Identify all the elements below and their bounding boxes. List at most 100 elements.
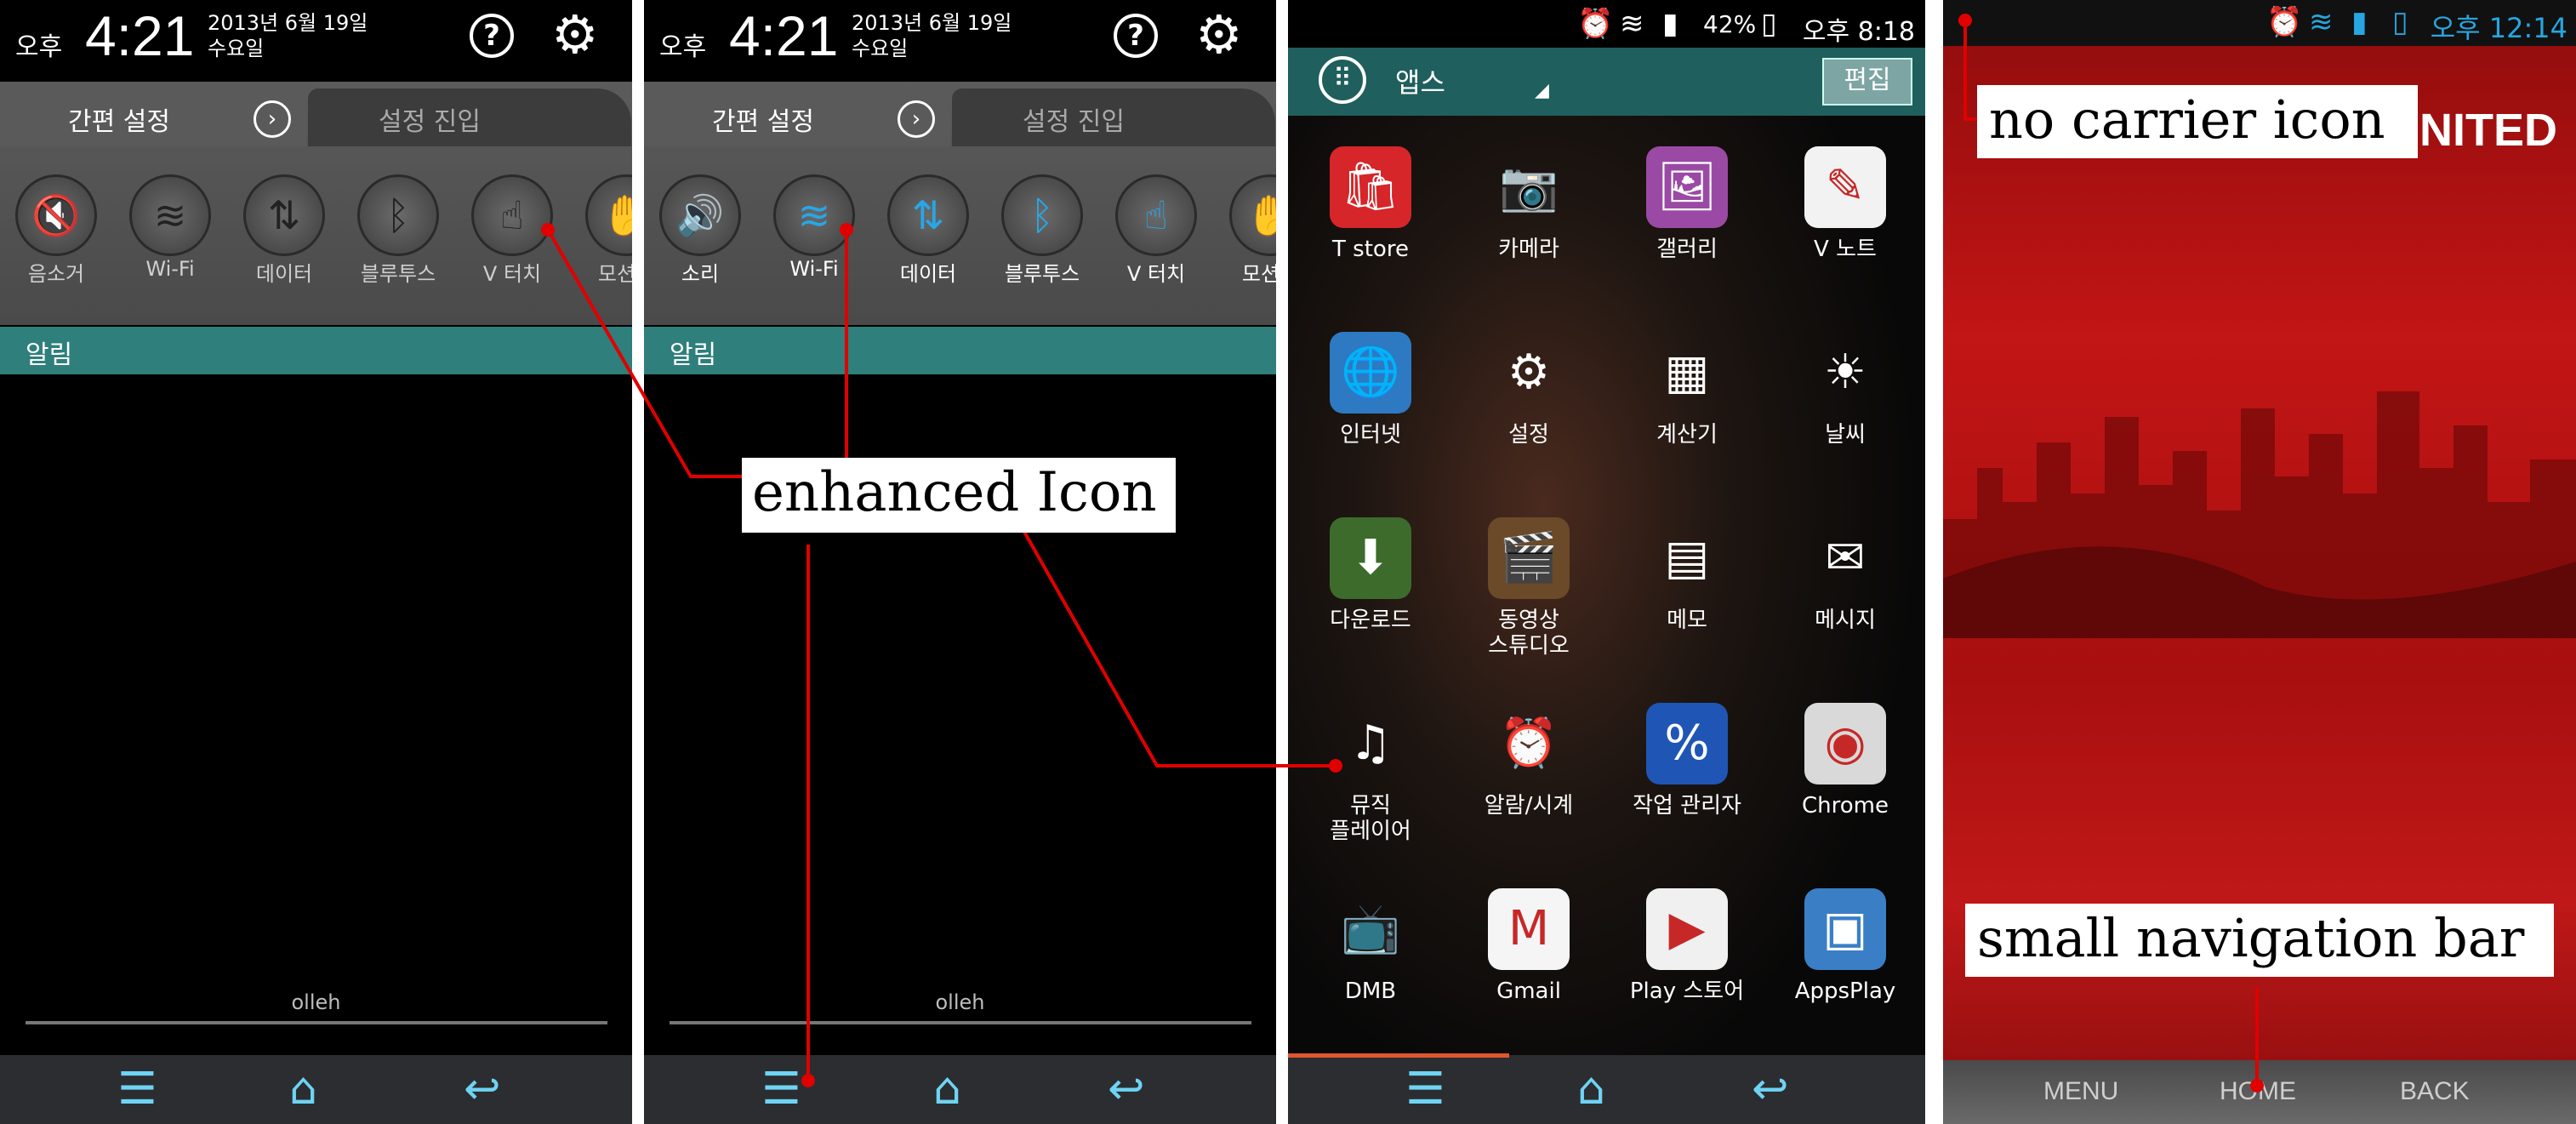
app-item[interactable]: ▦ 계산기 [1608, 332, 1766, 448]
app-item[interactable]: ✎ V 노트 [1766, 146, 1924, 262]
panel-header: 오후 4:21 2013년 6월 19일 수요일 ? ⚙ [0, 0, 632, 78]
home-icon[interactable]: ⌂ [933, 1064, 961, 1115]
apps-grid-icon[interactable]: ⠿ [1319, 56, 1366, 104]
vtouch-toggle-icon[interactable]: ☝ [471, 174, 553, 256]
notification-panel-before: 오후 4:21 2013년 6월 19일 수요일 ? ⚙ 간편 설정 설정 진입… [0, 0, 632, 1124]
app-label: Play 스토어 [1629, 979, 1745, 1004]
chevron-right-icon[interactable]: › [898, 100, 935, 138]
alarm-icon: ⏰ [1577, 7, 1614, 41]
app-label: 설정 [1508, 422, 1549, 448]
menu-icon[interactable]: ☰ [761, 1064, 801, 1115]
divider [26, 1021, 607, 1024]
app-item[interactable]: 🛍 T store [1291, 146, 1450, 262]
chevron-right-icon[interactable]: › [254, 100, 291, 138]
app-item[interactable]: ⬇ 다운로드 [1291, 517, 1450, 633]
app-item[interactable]: 🖼 갤러리 [1608, 146, 1766, 262]
help-icon[interactable]: ? [1114, 14, 1158, 58]
battery-icon: ▯ [1761, 7, 1777, 41]
app-item[interactable]: 📷 카메라 [1450, 146, 1608, 262]
date-line: 2013년 6월 19일 [852, 11, 1012, 35]
app-item[interactable]: % 작업 관리자 [1608, 703, 1766, 819]
play-store-icon: ▶ [1646, 888, 1728, 970]
app-item[interactable]: ▤ 메모 [1608, 517, 1766, 633]
edit-button[interactable]: 편집 [1822, 58, 1912, 106]
notifications-header: 알림 [644, 327, 1276, 374]
app-label: 메모 [1667, 608, 1707, 633]
app-item[interactable]: ♫ 뮤직 플레이어 [1291, 703, 1450, 844]
app-label: 계산기 [1656, 422, 1718, 448]
app-item[interactable]: ▶ Play 스토어 [1608, 888, 1766, 1004]
home-icon[interactable]: ⌂ [289, 1064, 317, 1115]
alarm-clock-icon: ⏰ [1499, 716, 1559, 771]
app-item[interactable]: 📺 DMB [1291, 888, 1450, 1004]
internet-icon: 🌐 [1330, 332, 1411, 414]
back-icon[interactable]: ↩ [464, 1064, 501, 1115]
app-item[interactable]: 🎬 동영상 스튜디오 [1450, 517, 1608, 659]
tab-quick-settings-label: 간편 설정 [68, 107, 170, 137]
app-item[interactable]: ⏰ 알람/시계 [1450, 703, 1608, 819]
data-toggle-icon[interactable]: ⇅ [243, 174, 325, 256]
page-indicator [1288, 1053, 1509, 1058]
back-soft-key[interactable]: BACK [2400, 1077, 2470, 1106]
app-label: 작업 관리자 [1633, 793, 1741, 819]
app-drawer-title[interactable]: 앱스 [1395, 61, 1445, 100]
app-item[interactable]: ▣ AppsPlay [1766, 888, 1924, 1004]
vtouch-toggle-icon[interactable]: ☝ [1115, 174, 1197, 256]
app-label: 다운로드 [1330, 608, 1411, 633]
wifi-icon: ≋ [2309, 5, 2334, 39]
menu-soft-key[interactable]: MENU [2043, 1077, 2118, 1106]
bluetooth-toggle-icon[interactable]: ᛒ [357, 174, 439, 256]
weekday-line: 수요일 [208, 37, 265, 60]
toggle-label: 모션의 [597, 262, 632, 286]
menu-icon[interactable]: ☰ [117, 1064, 157, 1115]
app-item[interactable]: ◉ Chrome [1766, 703, 1924, 819]
carrier-label: olleh [935, 990, 985, 1014]
tab-settings-entry-label: 설정 진입 [379, 107, 481, 137]
wifi-toggle-icon[interactable]: ≋ [129, 174, 211, 256]
video-studio-icon: 🎬 [1488, 517, 1570, 599]
toggle-label: 블루투스 [360, 262, 436, 286]
chrome-icon: ◉ [1804, 703, 1886, 785]
clock-ampm: 오후 [659, 32, 707, 62]
signal-icon: ▮ [1662, 7, 1678, 41]
signal-icon: ▮ [2351, 5, 2368, 39]
clock-date: 2013년 6월 19일 수요일 [852, 10, 1012, 61]
enhanced-icon-callout: enhanced Icon [742, 458, 1176, 533]
status-time: 오후 8:18 [1802, 17, 1915, 47]
home-soft-key[interactable]: HOME [2220, 1077, 2296, 1106]
gear-icon[interactable]: ⚙ [551, 5, 599, 65]
sound-toggle-icon[interactable]: 🔊 [659, 174, 741, 256]
navigation-bar [1288, 1055, 1925, 1124]
comparison-figure: 오후 4:21 2013년 6월 19일 수요일 ? ⚙ 간편 설정 설정 진입… [0, 0, 2576, 1124]
bluetooth-toggle-icon[interactable]: ᛒ [1001, 174, 1083, 256]
app-item[interactable]: ☀ 날씨 [1766, 332, 1924, 448]
gallery-icon: 🖼 [1646, 146, 1728, 228]
dropdown-triangle-icon[interactable]: ◢ [1535, 80, 1549, 101]
toggle-label: 소리 [681, 262, 720, 286]
gear-icon[interactable]: ⚙ [1195, 5, 1243, 65]
game-logo: NITED [2419, 105, 2557, 156]
wifi-toggle-icon[interactable]: ≋ [773, 174, 855, 256]
app-item[interactable]: ✉ 메시지 [1766, 517, 1924, 633]
help-icon[interactable]: ? [470, 14, 514, 58]
app-item[interactable]: 🌐 인터넷 [1291, 332, 1450, 448]
notifications-header: 알림 [0, 327, 632, 374]
app-item[interactable]: M Gmail [1450, 888, 1608, 1004]
data-toggle-icon[interactable]: ⇅ [887, 174, 969, 256]
home-icon[interactable]: ⌂ [1577, 1064, 1605, 1115]
app-label: 메시지 [1815, 608, 1876, 633]
back-icon[interactable]: ↩ [1752, 1064, 1789, 1115]
back-icon[interactable]: ↩ [1108, 1064, 1145, 1115]
gmail-icon: M [1488, 888, 1570, 970]
menu-icon[interactable]: ☰ [1405, 1064, 1445, 1115]
app-item[interactable]: ⚙ 설정 [1450, 332, 1608, 448]
clock-date: 2013년 6월 19일 수요일 [208, 10, 368, 61]
toggle-label: Wi-Fi [789, 257, 839, 281]
battery-percent: 42% [1703, 10, 1757, 38]
task-manager-icon: % [1646, 703, 1728, 785]
status-bar: ⏰ ≋ ▮ ▯ 오후 12:14 [1943, 0, 2576, 46]
toggle-label: V 터치 [1126, 262, 1186, 286]
date-line: 2013년 6월 19일 [208, 11, 368, 35]
tstore-icon: 🛍 [1330, 146, 1411, 228]
mute-toggle-icon[interactable]: 🔇 [15, 174, 97, 256]
